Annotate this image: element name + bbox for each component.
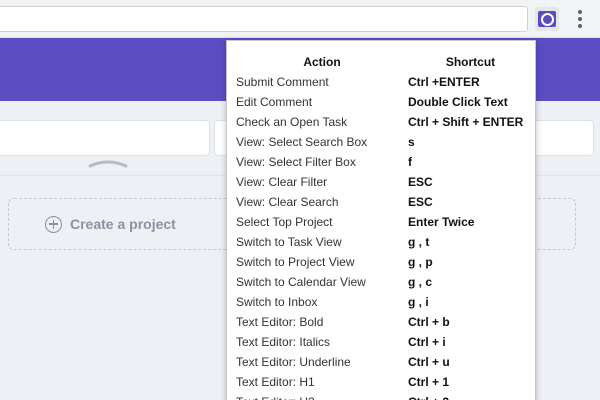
table-row: Submit Comment Ctrl +ENTER [236, 72, 533, 92]
shortcut-header: Shortcut [445, 55, 496, 69]
table-row: Select Top Project Enter Twice [236, 212, 533, 232]
todo-extension-icon [538, 11, 556, 27]
table-row: Text Editor: Bold Ctrl + b [236, 312, 533, 332]
shortcut-action: View: Select Filter Box [236, 155, 356, 169]
shortcuts-table: Action Shortcut Submit Comment Ctrl +ENTE… [236, 52, 533, 400]
add-circle-icon [45, 215, 62, 233]
shortcut-keys: ESC [408, 175, 433, 189]
shortcut-action: Text Editor: H2 [236, 392, 408, 400]
shortcut-keys: ESC [408, 195, 433, 209]
shortcut-keys: Ctrl + u [408, 355, 450, 369]
search-input[interactable] [0, 120, 210, 156]
shortcut-action: View: Clear Search [236, 195, 339, 209]
action-header: Action [303, 55, 341, 69]
table-header-row: Action Shortcut [236, 52, 533, 72]
shortcut-keys: f [408, 155, 412, 169]
shortcut-keys: Ctrl +ENTER [408, 75, 480, 89]
shortcut-keys: g , i [408, 295, 429, 309]
shortcut-keys: Double Click Text [408, 95, 508, 109]
shortcut-action: Edit Comment [236, 95, 313, 109]
table-row: Switch to Inbox g , i [236, 292, 533, 312]
shortcut-keys: Ctrl + i [408, 335, 446, 349]
table-row: View: Select Search Box s [236, 132, 533, 152]
shortcut-keys: Ctrl + 1 [408, 375, 450, 389]
shortcut-action: View: Select Search Box [236, 135, 368, 149]
shortcut-keys: g , t [408, 235, 430, 249]
table-row: Text Editor: Underline Ctrl + u [236, 352, 533, 372]
shortcut-action: Text Editor: H1 [236, 375, 315, 389]
table-row: Text Editor: H1 Ctrl + 1 [236, 372, 533, 392]
table-row: View: Clear Search ESC [236, 192, 533, 212]
shortcut-action: Text Editor: Bold [236, 315, 324, 329]
table-row: View: Clear Filter ESC [236, 172, 533, 192]
shortcut-action: Switch to Calendar View [236, 275, 366, 289]
shortcut-action: Select Top Project [236, 215, 333, 229]
shortcut-keys: g , c [408, 275, 433, 289]
collapse-handle-icon[interactable] [88, 159, 128, 169]
shortcut-action: Switch to Task View [236, 235, 342, 249]
shortcut-action: Check an Open Task [236, 115, 348, 129]
shortcut-keys: Ctrl + 2 [408, 392, 533, 400]
shortcut-keys: Ctrl + b [408, 315, 450, 329]
table-row: Check an Open Task Ctrl + Shift + ENTER [236, 112, 533, 132]
shortcut-keys: Enter Twice [408, 215, 475, 229]
table-row: Switch to Project View g , p [236, 252, 533, 272]
table-row: Edit Comment Double Click Text [236, 92, 533, 112]
shortcut-keys: Ctrl + Shift + ENTER [408, 115, 524, 129]
table-row: Text Editor: Italics Ctrl + i [236, 332, 533, 352]
extension-button[interactable] [535, 7, 559, 31]
table-row: Switch to Calendar View g , c [236, 272, 533, 292]
shortcut-action: Submit Comment [236, 75, 329, 89]
shortcut-action: Text Editor: Underline [236, 355, 351, 369]
shortcut-keys: s [408, 135, 415, 149]
kebab-menu-icon[interactable] [570, 7, 590, 31]
shortcut-action: Switch to Project View [236, 255, 355, 269]
shortcut-action: View: Clear Filter [236, 175, 328, 189]
table-row: Text Editor: H2Ctrl + 2 [236, 392, 533, 400]
shortcut-keys: g , p [408, 255, 433, 269]
address-bar[interactable] [0, 6, 528, 32]
browser-toolbar [0, 0, 600, 38]
create-project-label: Create a project [70, 216, 176, 232]
shortcuts-popup: Action Shortcut Submit Comment Ctrl +ENTE… [226, 40, 536, 400]
shortcut-action: Text Editor: Italics [236, 335, 331, 349]
table-row: View: Select Filter Box f [236, 152, 533, 172]
shortcut-action: Switch to Inbox [236, 295, 318, 309]
table-row: Switch to Task View g , t [236, 232, 533, 252]
